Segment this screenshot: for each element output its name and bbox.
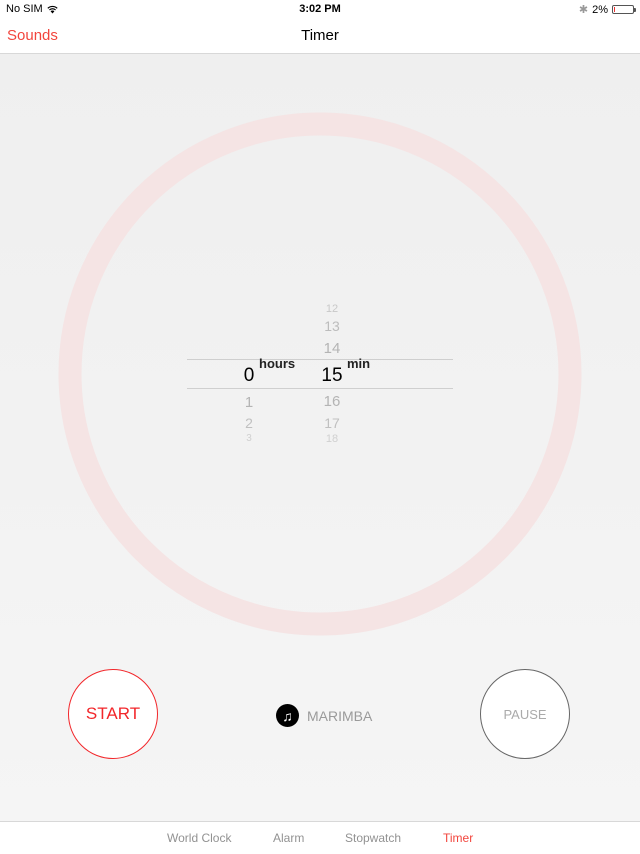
sound-selector[interactable]: ♫ MARIMBA (276, 704, 372, 727)
minutes-option[interactable]: 14 (312, 340, 352, 357)
status-right: ✱ 2% (578, 3, 636, 16)
bluetooth-icon: ✱ (578, 4, 589, 16)
tab-bar: World Clock Alarm Stopwatch Timer (0, 821, 640, 854)
nav-bar: Sounds Timer (0, 18, 640, 54)
battery-icon (612, 5, 636, 14)
minutes-wheel[interactable]: 12 13 14 15 16 17 18 (312, 296, 352, 446)
minutes-option[interactable]: 13 (312, 318, 352, 334)
minutes-option[interactable]: 18 (312, 433, 352, 442)
start-button[interactable]: START (68, 669, 158, 759)
status-bar: No SIM 3:02 PM ✱ 2% (0, 0, 640, 18)
tab-alarm[interactable]: Alarm (273, 831, 304, 845)
tab-stopwatch[interactable]: Stopwatch (345, 831, 401, 845)
hours-wheel[interactable]: 0 1 2 3 (229, 296, 269, 446)
minutes-option[interactable]: 17 (312, 415, 352, 431)
page-title: Timer (301, 27, 339, 44)
pause-button-label: PAUSE (503, 706, 547, 722)
minutes-selected[interactable]: 15 (312, 365, 352, 387)
music-note-icon: ♫ (276, 704, 299, 727)
tab-timer[interactable]: Timer (443, 831, 473, 845)
hours-option[interactable]: 3 (229, 433, 269, 441)
sound-label: MARIMBA (307, 707, 373, 724)
minutes-option[interactable]: 16 (312, 393, 352, 410)
start-button-label: START (85, 704, 141, 723)
minutes-option[interactable]: 12 (312, 303, 352, 315)
duration-picker[interactable]: 0 1 2 3 hours 12 13 14 15 16 17 18 min (187, 296, 453, 446)
minutes-unit-label: min (347, 356, 371, 371)
hours-option[interactable]: 2 (229, 415, 269, 431)
battery-fill (614, 7, 615, 12)
battery-percent: 2% (592, 3, 608, 16)
status-time: 3:02 PM (299, 3, 341, 15)
tab-world-clock[interactable]: World Clock (167, 831, 231, 845)
hours-option[interactable]: 1 (229, 394, 269, 411)
hours-unit-label: hours (259, 356, 296, 371)
pause-button[interactable]: PAUSE (480, 669, 570, 759)
